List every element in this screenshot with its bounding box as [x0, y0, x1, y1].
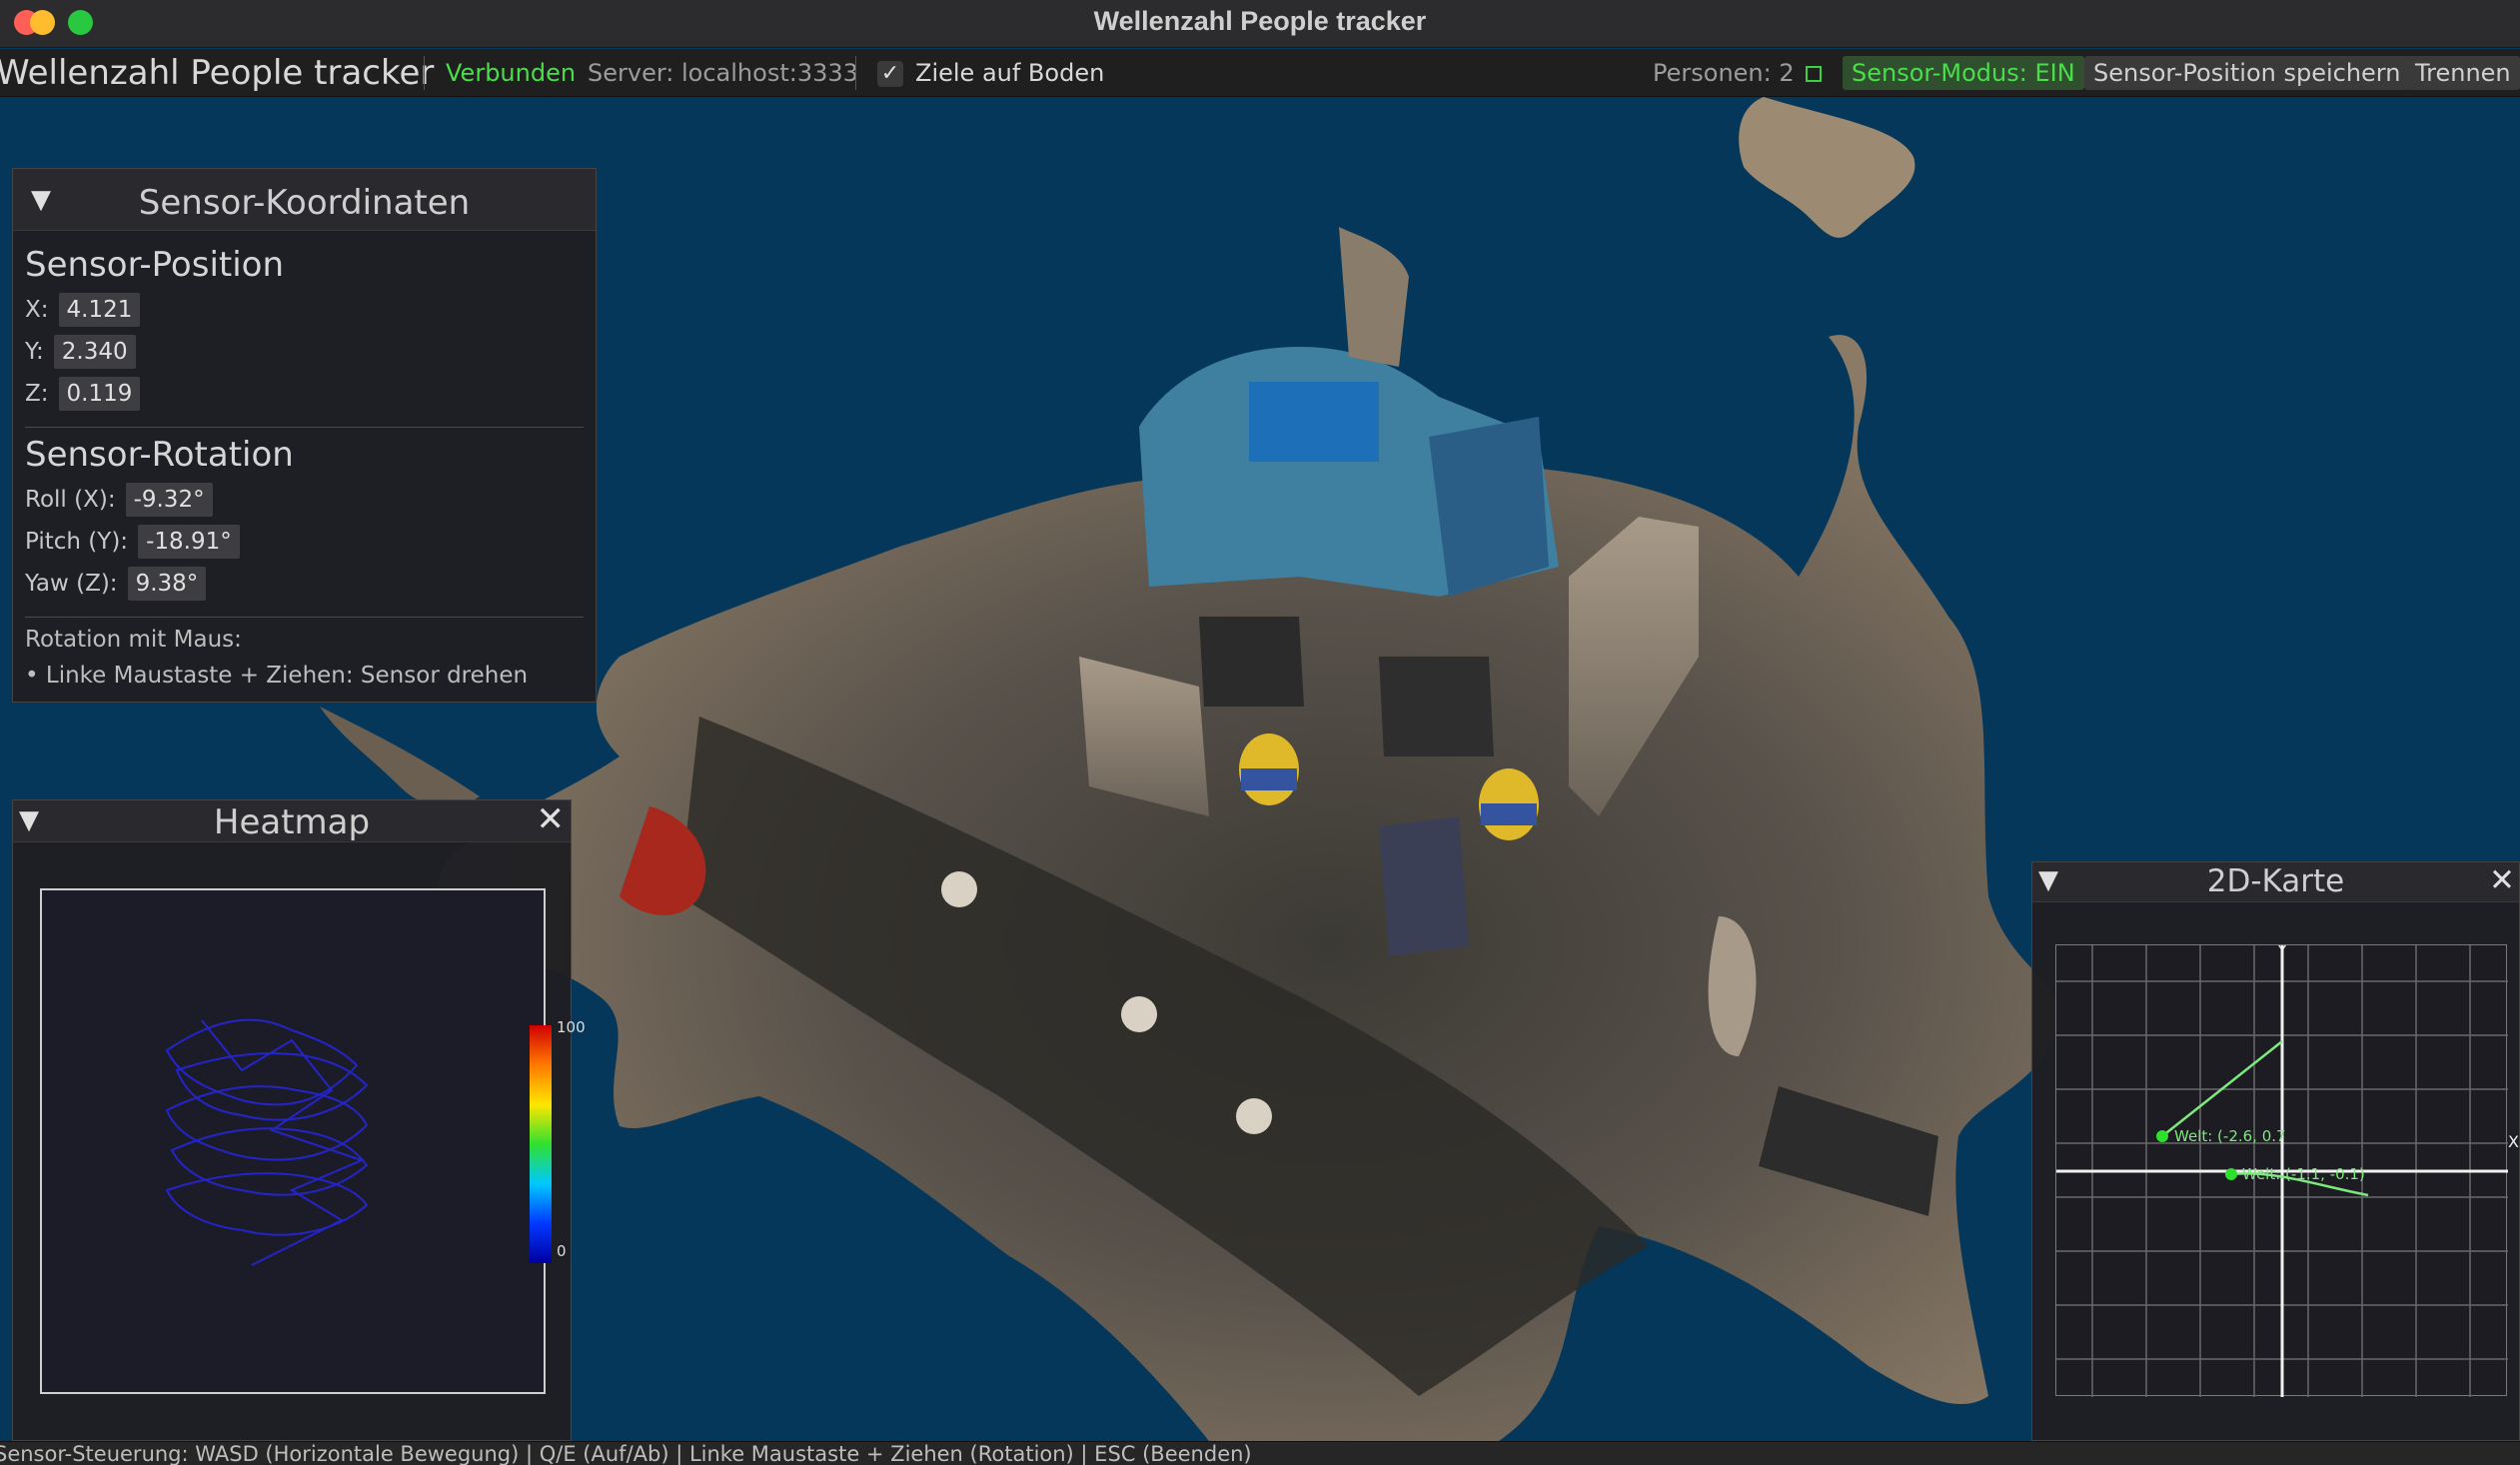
checkmark-icon[interactable]: ✓: [877, 61, 903, 87]
colorbar-min-label: 0: [557, 1242, 567, 1260]
divider: [25, 427, 584, 428]
connection-status: Verbunden: [446, 59, 577, 87]
heatmap-colorbar: [530, 1025, 552, 1263]
position-x-label: X:: [25, 297, 49, 323]
toolbar-divider: [855, 56, 856, 90]
heatmap-canvas: [40, 888, 546, 1394]
divider: [25, 617, 584, 618]
targets-on-floor-label: Ziele auf Boden: [915, 59, 1105, 87]
minion-figure: [1239, 733, 1299, 805]
target-2-label: Welt: (-1.1, -0.1): [2242, 1165, 2365, 1183]
pitch-row: Pitch (Y): -18.91°: [25, 523, 240, 561]
colorbar-max-label: 100: [557, 1018, 586, 1036]
close-icon[interactable]: ✕: [2489, 863, 2515, 897]
status-indicator-icon: [1806, 66, 1822, 82]
controls-help-text: Sensor-Steuerung: WASD (Horizontale Bewe…: [0, 1442, 1252, 1465]
heatmap-density: [165, 1018, 369, 1266]
app-window: Wellenzahl People tracker Wellenzahl Peo…: [0, 0, 2520, 1465]
sensor-position-heading: Sensor-Position: [25, 245, 285, 285]
pitch-field[interactable]: -18.91°: [138, 525, 240, 559]
status-bar: Sensor-Steuerung: WASD (Horizontale Bewe…: [0, 1441, 2520, 1465]
booth-banner: [1429, 417, 1549, 597]
person-count: Personen: 2: [1653, 59, 1795, 87]
window-title: Wellenzahl People tracker: [1093, 6, 1427, 36]
map-canvas[interactable]: Y Welt: (-2.6, 0.7 Welt: (-1.1, -0.1): [2055, 943, 2508, 1397]
server-address: Server: localhost:3333: [588, 59, 858, 87]
targets-on-floor-toggle[interactable]: ✓ Ziele auf Boden: [877, 49, 1104, 97]
roll-label: Roll (X):: [25, 487, 116, 513]
panel-title: Heatmap: [213, 802, 371, 842]
heatmap-panel: ▼ Heatmap ✕ 100 0: [12, 799, 586, 1441]
sensor-rotation-heading: Sensor-Rotation: [25, 435, 294, 475]
minion-figure: [1479, 768, 1539, 840]
kiosk: [1379, 816, 1469, 956]
yaw-label: Yaw (Z):: [25, 571, 118, 597]
panel-title: 2D-Karte: [2206, 863, 2345, 899]
target-2-marker[interactable]: [2225, 1168, 2237, 1180]
position-x-field[interactable]: 4.121: [58, 293, 141, 327]
scan-object: [941, 871, 977, 907]
top-toolbar: Wellenzahl People tracker Verbunden Serv…: [0, 49, 2520, 97]
rotation-hint-line: • Linke Maustaste + Ziehen: Sensor drehe…: [25, 663, 529, 689]
position-z-label: Z:: [25, 381, 49, 407]
position-y-field[interactable]: 2.340: [53, 335, 136, 369]
close-icon[interactable]: ✕: [537, 802, 566, 836]
app-name: Wellenzahl People tracker: [0, 53, 435, 93]
position-x-row: X: 4.121: [25, 291, 141, 329]
panel-header: ▼ Heatmap ✕: [13, 800, 571, 842]
window-titlebar: Wellenzahl People tracker: [0, 0, 2520, 48]
save-sensor-position-button[interactable]: Sensor-Position speichern: [2084, 56, 2410, 90]
disconnect-button[interactable]: Trennen: [2406, 56, 2520, 90]
panel-header: ▼ Sensor-Koordinaten: [13, 169, 596, 231]
target-1-label: Welt: (-2.6, 0.7: [2174, 1127, 2286, 1145]
yaw-row: Yaw (Z): 9.38°: [25, 565, 207, 603]
position-z-field[interactable]: 0.119: [58, 377, 141, 411]
roll-row: Roll (X): -9.32°: [25, 481, 213, 519]
position-y-label: Y:: [25, 339, 44, 365]
scan-object: [1236, 1098, 1272, 1134]
pitch-label: Pitch (Y):: [25, 529, 129, 555]
target-1-marker[interactable]: [2156, 1130, 2168, 1142]
booth-table: [1379, 657, 1494, 756]
panel-header: ▼ 2D-Karte ✕: [2032, 862, 2519, 902]
booth-table: [1199, 617, 1304, 707]
scan-object: [1121, 996, 1157, 1032]
y-axis-label: Y: [2277, 945, 2287, 959]
2d-map-panel: ▼ 2D-Karte ✕ Y Welt: (-2.6, 0.7 Welt: (-…: [2031, 861, 2520, 1441]
sensor-mode-button[interactable]: Sensor-Modus: EIN: [1843, 56, 2084, 90]
roll-field[interactable]: -9.32°: [125, 483, 213, 517]
sensor-coordinates-panel: ▼ Sensor-Koordinaten Sensor-Position X: 4…: [12, 168, 597, 703]
position-z-row: Z: 0.119: [25, 375, 141, 413]
panel-title: Sensor-Koordinaten: [138, 183, 471, 223]
yaw-field[interactable]: 9.38°: [127, 567, 207, 601]
toolbar-divider: [424, 56, 425, 90]
x-axis-label: X: [2508, 1132, 2519, 1151]
position-y-row: Y: 2.340: [25, 333, 136, 371]
map-plot: Y Welt: (-2.6, 0.7 Welt: (-1.1, -0.1): [2056, 943, 2508, 1397]
rotation-hint-title: Rotation mit Maus:: [25, 627, 242, 653]
booth-screen: [1249, 382, 1379, 462]
